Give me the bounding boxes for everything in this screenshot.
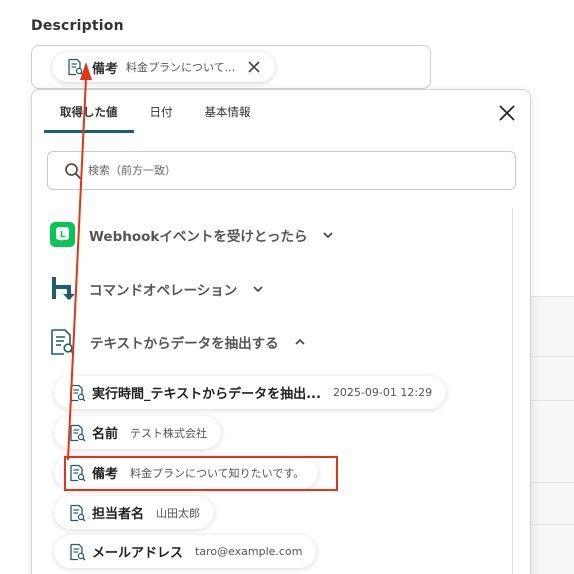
search-icon xyxy=(65,162,82,179)
section-text-extraction[interactable]: テキストからデータを抽出する xyxy=(50,328,307,356)
tab-date[interactable]: 日付 xyxy=(134,90,189,133)
description-value-chip[interactable]: 備考 料金プランについて... xyxy=(52,52,276,82)
value-item-name[interactable]: 名前 テスト株式会社 xyxy=(54,416,222,449)
search-input[interactable] xyxy=(88,164,468,177)
line-app-icon: L xyxy=(50,222,75,247)
close-popup-button[interactable] xyxy=(496,102,518,124)
scrollbar-track[interactable] xyxy=(512,208,513,574)
command-operation-icon xyxy=(52,277,75,300)
background-panel xyxy=(530,296,574,574)
item-key: 担当者名 xyxy=(92,507,145,522)
description-label: Description xyxy=(31,18,124,34)
item-value: 料金プランについて知りたいです。 xyxy=(130,466,305,480)
background-divider xyxy=(530,482,574,483)
value-item-email[interactable]: メールアドレス taro@example.com xyxy=(54,535,317,568)
remove-chip-button[interactable] xyxy=(243,56,265,78)
section-title: テキストからデータを抽出する xyxy=(90,336,279,352)
document-search-icon xyxy=(70,504,86,521)
chevron-down-icon xyxy=(323,231,334,238)
item-key: 名前 xyxy=(92,427,119,442)
tab-acquired-values[interactable]: 取得した値 xyxy=(44,90,134,133)
chevron-down-icon xyxy=(253,285,263,292)
svg-text:L: L xyxy=(60,230,65,239)
document-search-icon xyxy=(51,329,75,355)
item-key: メールアドレス xyxy=(92,546,184,561)
section-webhook-event[interactable]: L Webhookイベントを受けとったら xyxy=(50,222,335,247)
chip-key: 備考 xyxy=(92,61,119,77)
section-title: コマンドオペレーション xyxy=(89,282,238,299)
document-search-icon xyxy=(70,543,86,560)
close-icon xyxy=(248,61,260,73)
background-divider xyxy=(530,524,574,525)
item-value: 2025-09-01 12:29 xyxy=(332,386,433,399)
document-search-icon xyxy=(70,424,86,441)
item-value: 山田太郎 xyxy=(156,506,201,520)
item-value: taro@example.com xyxy=(195,545,303,558)
value-item-execution-time[interactable]: 実行時間_テキストからデータを抽出... 2025-09-01 12:29 xyxy=(54,376,447,409)
search-box xyxy=(47,151,516,190)
item-key: 実行時間_テキストからデータを抽出... xyxy=(92,387,321,402)
item-key: 備考 xyxy=(92,467,119,482)
tab-bar: 取得した値 日付 基本情報 xyxy=(44,90,267,133)
document-search-icon xyxy=(70,384,86,401)
item-value: テスト株式会社 xyxy=(130,426,208,440)
background-divider xyxy=(530,356,574,357)
background-divider xyxy=(530,400,574,401)
value-item-person-in-charge[interactable]: 担当者名 山田太郎 xyxy=(54,496,215,529)
document-search-icon xyxy=(68,58,84,76)
section-title: Webhookイベントを受けとったら xyxy=(89,228,308,245)
tab-basic-info[interactable]: 基本情報 xyxy=(189,90,267,133)
chevron-up-icon xyxy=(295,338,305,345)
chip-value: 料金プランについて... xyxy=(126,61,236,74)
section-command-operation[interactable]: コマンドオペレーション xyxy=(50,276,265,301)
value-item-remarks[interactable]: 備考 料金プランについて知りたいです。 xyxy=(54,456,319,489)
document-search-icon xyxy=(70,464,86,481)
